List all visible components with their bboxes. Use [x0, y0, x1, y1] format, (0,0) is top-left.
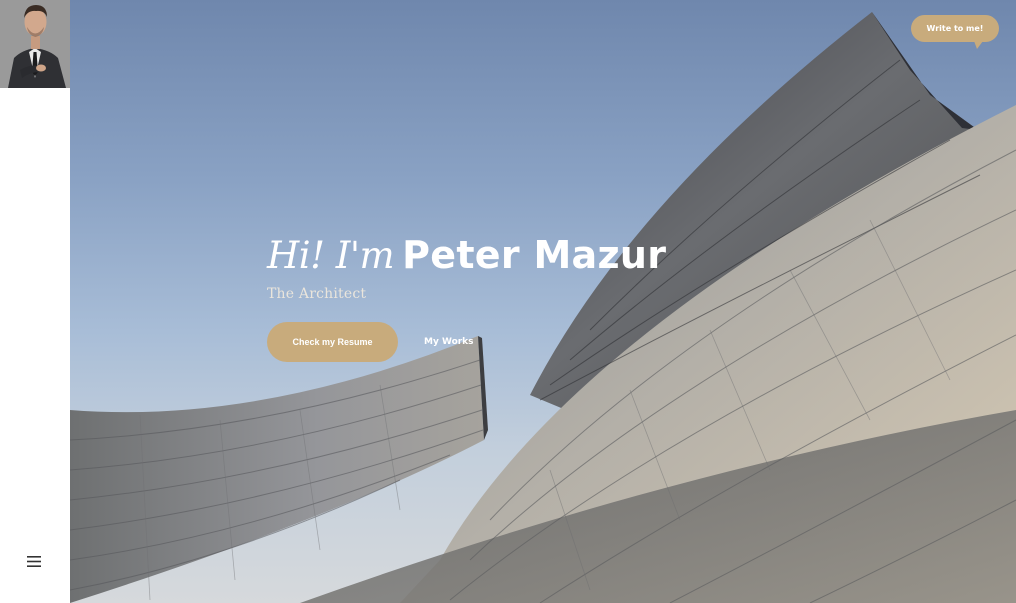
- hero-headline: Hi! I'm Peter Mazur: [267, 236, 666, 274]
- hero-greeting: Hi! I'm: [267, 234, 395, 277]
- hero-content: Hi! I'm Peter Mazur The Architect Check m…: [267, 236, 666, 362]
- hero-section: Write to me! Hi! I'm Peter Mazur The Arch…: [70, 0, 1016, 603]
- avatar[interactable]: [0, 0, 70, 88]
- my-works-link[interactable]: My Works: [424, 337, 474, 347]
- hamburger-menu-icon: [27, 555, 41, 567]
- hero-actions: Check my Resume My Works: [267, 322, 666, 362]
- menu-button[interactable]: [24, 552, 44, 570]
- hero-subtitle: The Architect: [267, 286, 367, 302]
- person-portrait-icon: [0, 0, 70, 88]
- sidebar: [0, 0, 70, 603]
- write-to-me-button[interactable]: Write to me!: [911, 15, 999, 49]
- speech-bubble-tail: [974, 41, 983, 49]
- write-to-me-label: Write to me!: [926, 24, 984, 33]
- hero-name: Peter Mazur: [402, 233, 667, 277]
- check-resume-button[interactable]: Check my Resume: [267, 322, 398, 362]
